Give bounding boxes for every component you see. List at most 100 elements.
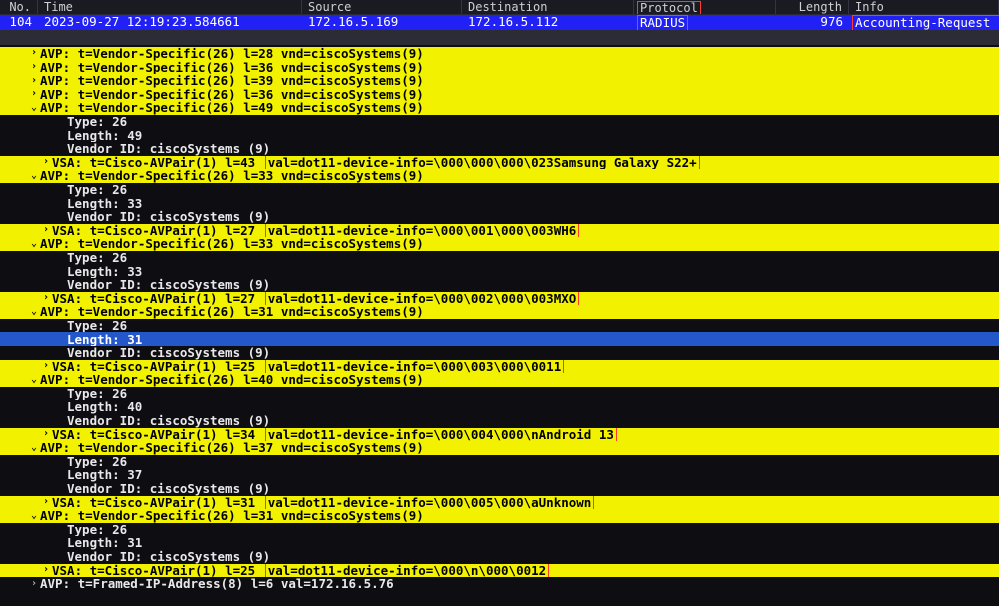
detail-line[interactable]: ›VSA: t=Cisco-AVPair(1) l=25 val=dot11-d…	[0, 360, 999, 374]
detail-line[interactable]: ›VSA: t=Cisco-AVPair(1) l=27 val=dot11-d…	[0, 292, 999, 306]
detail-line[interactable]: ›VSA: t=Cisco-AVPair(1) l=43 val=dot11-d…	[0, 156, 999, 170]
detail-line[interactable]: ›VSA: t=Cisco-AVPair(1) l=31 val=dot11-d…	[0, 496, 999, 510]
caret-spacer	[55, 198, 67, 209]
detail-text: Vendor ID: ciscoSystems (9)	[67, 278, 270, 292]
detail-text: AVP: t=Vendor-Specific(26) l=33 vnd=cisc…	[40, 169, 424, 183]
detail-line[interactable]: Type: 26	[0, 115, 999, 129]
chevron-right-icon[interactable]: ›	[40, 565, 52, 576]
detail-line[interactable]: Vendor ID: ciscoSystems (9)	[0, 414, 999, 428]
protocol-highlight: Protocol	[637, 1, 701, 14]
detail-line[interactable]: Length: 49	[0, 129, 999, 143]
caret-spacer	[55, 402, 67, 413]
chevron-right-icon[interactable]: ›	[40, 293, 52, 304]
protocol-value-highlight: RADIUS	[637, 15, 688, 30]
chevron-right-icon[interactable]: ›	[28, 62, 40, 73]
chevron-right-icon[interactable]: ›	[28, 48, 40, 59]
detail-line[interactable]: ⌄AVP: t=Vendor-Specific(26) l=31 vnd=cis…	[0, 305, 999, 319]
detail-line[interactable]: ›VSA: t=Cisco-AVPair(1) l=34 val=dot11-d…	[0, 428, 999, 442]
chevron-down-icon[interactable]: ⌄	[28, 375, 40, 386]
detail-text: Length: 33	[67, 265, 142, 279]
caret-spacer	[55, 334, 67, 345]
detail-line[interactable]: Vendor ID: ciscoSystems (9)	[0, 142, 999, 156]
detail-line[interactable]: Vendor ID: ciscoSystems (9)	[0, 210, 999, 224]
pane-divider[interactable]	[0, 30, 999, 45]
detail-line[interactable]: ⌄AVP: t=Vendor-Specific(26) l=33 vnd=cis…	[0, 237, 999, 251]
detail-text: Vendor ID: ciscoSystems (9)	[67, 482, 270, 496]
caret-spacer	[55, 415, 67, 426]
col-header-length[interactable]: Length	[776, 0, 849, 14]
detail-line[interactable]: Type: 26	[0, 183, 999, 197]
col-header-no[interactable]: No.	[0, 0, 38, 14]
packet-row-selected[interactable]: 104 2023-09-27 12:19:23.584661 172.16.5.…	[0, 15, 999, 30]
detail-line[interactable]: Type: 26	[0, 387, 999, 401]
chevron-down-icon[interactable]: ⌄	[28, 511, 40, 522]
cell-info: Accounting-Request id=39	[849, 15, 999, 30]
highlighted-value: val=dot11-device-info=\000\n\000\0012	[265, 564, 549, 578]
detail-line[interactable]: ›AVP: t=Vendor-Specific(26) l=28 vnd=cis…	[0, 47, 999, 61]
detail-text: AVP: t=Vendor-Specific(26) l=49 vnd=cisc…	[40, 101, 424, 115]
chevron-down-icon[interactable]: ⌄	[28, 443, 40, 454]
detail-line[interactable]: Vendor ID: ciscoSystems (9)	[0, 346, 999, 360]
detail-line[interactable]: Length: 31	[0, 332, 999, 346]
detail-line[interactable]: ⌄AVP: t=Vendor-Specific(26) l=49 vnd=cis…	[0, 101, 999, 115]
detail-line[interactable]: Vendor ID: ciscoSystems (9)	[0, 550, 999, 564]
col-header-info[interactable]: Info	[849, 0, 999, 14]
detail-line[interactable]: ›AVP: t=Vendor-Specific(26) l=36 vnd=cis…	[0, 61, 999, 75]
highlighted-value: val=dot11-device-info=\000\001\000\003WH…	[265, 224, 580, 238]
detail-text: AVP: t=Vendor-Specific(26) l=31 vnd=cisc…	[40, 305, 424, 319]
chevron-right-icon[interactable]: ›	[40, 157, 52, 168]
chevron-right-icon[interactable]: ›	[40, 429, 52, 440]
chevron-right-icon[interactable]: ›	[28, 89, 40, 100]
caret-spacer	[55, 184, 67, 195]
chevron-down-icon[interactable]: ⌄	[28, 171, 40, 182]
detail-line[interactable]: Length: 40	[0, 400, 999, 414]
detail-line[interactable]: ›VSA: t=Cisco-AVPair(1) l=25 val=dot11-d…	[0, 564, 999, 578]
col-header-source[interactable]: Source	[302, 0, 462, 14]
chevron-right-icon[interactable]: ›	[40, 225, 52, 236]
col-header-time[interactable]: Time	[38, 0, 302, 14]
caret-spacer	[55, 279, 67, 290]
info-value-highlight: Accounting-Request id=39	[852, 15, 999, 30]
detail-line[interactable]: Vendor ID: ciscoSystems (9)	[0, 482, 999, 496]
detail-line[interactable]: Length: 31	[0, 536, 999, 550]
detail-line[interactable]: ›VSA: t=Cisco-AVPair(1) l=27 val=dot11-d…	[0, 224, 999, 238]
cell-time: 2023-09-27 12:19:23.584661	[38, 15, 302, 30]
detail-line[interactable]: Length: 37	[0, 468, 999, 482]
chevron-right-icon[interactable]: ›	[28, 579, 40, 590]
detail-line[interactable]: Type: 26	[0, 455, 999, 469]
caret-spacer	[55, 144, 67, 155]
detail-text: VSA: t=Cisco-AVPair(1) l=43	[52, 156, 263, 170]
chevron-down-icon[interactable]: ⌄	[28, 307, 40, 318]
col-header-destination[interactable]: Destination	[462, 0, 634, 14]
detail-line[interactable]: ›AVP: t=Framed-IP-Address(8) l=6 val=172…	[0, 577, 999, 591]
detail-text: Type: 26	[67, 523, 127, 537]
detail-line[interactable]: Type: 26	[0, 523, 999, 537]
chevron-down-icon[interactable]: ⌄	[28, 239, 40, 250]
chevron-right-icon[interactable]: ›	[28, 76, 40, 87]
detail-line[interactable]: Vendor ID: ciscoSystems (9)	[0, 278, 999, 292]
detail-line[interactable]: ›AVP: t=Vendor-Specific(26) l=39 vnd=cis…	[0, 74, 999, 88]
detail-text: Length: 40	[67, 400, 142, 414]
col-header-protocol[interactable]: Protocol	[634, 0, 776, 14]
detail-line[interactable]: ⌄AVP: t=Vendor-Specific(26) l=40 vnd=cis…	[0, 373, 999, 387]
cell-source: 172.16.5.169	[302, 15, 462, 30]
detail-line[interactable]: Length: 33	[0, 197, 999, 211]
detail-line[interactable]: ⌄AVP: t=Vendor-Specific(26) l=31 vnd=cis…	[0, 509, 999, 523]
chevron-right-icon[interactable]: ›	[40, 497, 52, 508]
detail-line[interactable]: Type: 26	[0, 319, 999, 333]
highlighted-value: val=dot11-device-info=\000\004\000\nAndr…	[265, 428, 617, 442]
detail-line[interactable]: ⌄AVP: t=Vendor-Specific(26) l=33 vnd=cis…	[0, 169, 999, 183]
detail-line[interactable]: Type: 26	[0, 251, 999, 265]
caret-spacer	[55, 388, 67, 399]
packet-detail-tree[interactable]: ›AVP: t=Vendor-Specific(26) l=28 vnd=cis…	[0, 45, 999, 591]
detail-text: Vendor ID: ciscoSystems (9)	[67, 346, 270, 360]
highlighted-value: val=dot11-device-info=\000\002\000\003MX…	[265, 292, 580, 306]
chevron-right-icon[interactable]: ›	[40, 361, 52, 372]
cell-no: 104	[0, 15, 38, 30]
caret-spacer	[55, 212, 67, 223]
cell-destination: 172.16.5.112	[462, 15, 634, 30]
detail-line[interactable]: Length: 33	[0, 265, 999, 279]
detail-line[interactable]: ⌄AVP: t=Vendor-Specific(26) l=37 vnd=cis…	[0, 441, 999, 455]
detail-line[interactable]: ›AVP: t=Vendor-Specific(26) l=36 vnd=cis…	[0, 88, 999, 102]
chevron-down-icon[interactable]: ⌄	[28, 103, 40, 114]
